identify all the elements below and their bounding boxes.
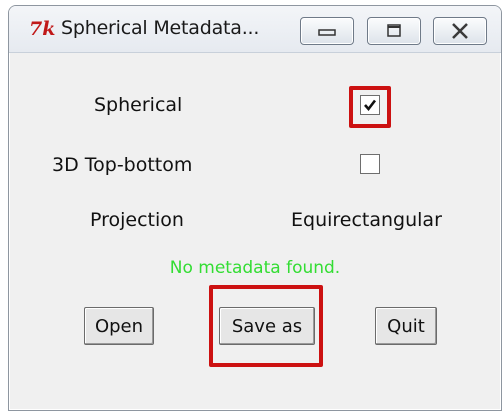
checkmark-icon bbox=[364, 99, 377, 112]
close-icon bbox=[452, 23, 468, 39]
tk-feather-icon: 7k bbox=[29, 18, 56, 40]
maximize-button[interactable] bbox=[367, 17, 421, 45]
spherical-checkbox[interactable] bbox=[360, 95, 380, 115]
spherical-label: Spherical bbox=[94, 94, 183, 116]
projection-label: Projection bbox=[90, 209, 184, 231]
close-button[interactable] bbox=[433, 17, 487, 45]
maximize-icon bbox=[387, 24, 401, 37]
minimize-button[interactable] bbox=[300, 17, 354, 45]
quit-button[interactable]: Quit bbox=[375, 307, 437, 345]
window-title: Spherical Metadata... bbox=[61, 17, 260, 39]
status-message: No metadata found. bbox=[169, 258, 341, 278]
open-button[interactable]: Open bbox=[84, 307, 154, 345]
projection-value: Equirectangular bbox=[291, 209, 442, 231]
save-as-button[interactable]: Save as bbox=[219, 307, 315, 345]
topbottom-label: 3D Top-bottom bbox=[52, 154, 193, 176]
title-bar[interactable]: 7k Spherical Metadata... bbox=[9, 6, 501, 53]
minimize-icon bbox=[318, 29, 336, 36]
app-window: 7k Spherical Metadata... Spherical 3D To… bbox=[8, 5, 502, 411]
topbottom-checkbox[interactable] bbox=[360, 154, 380, 174]
